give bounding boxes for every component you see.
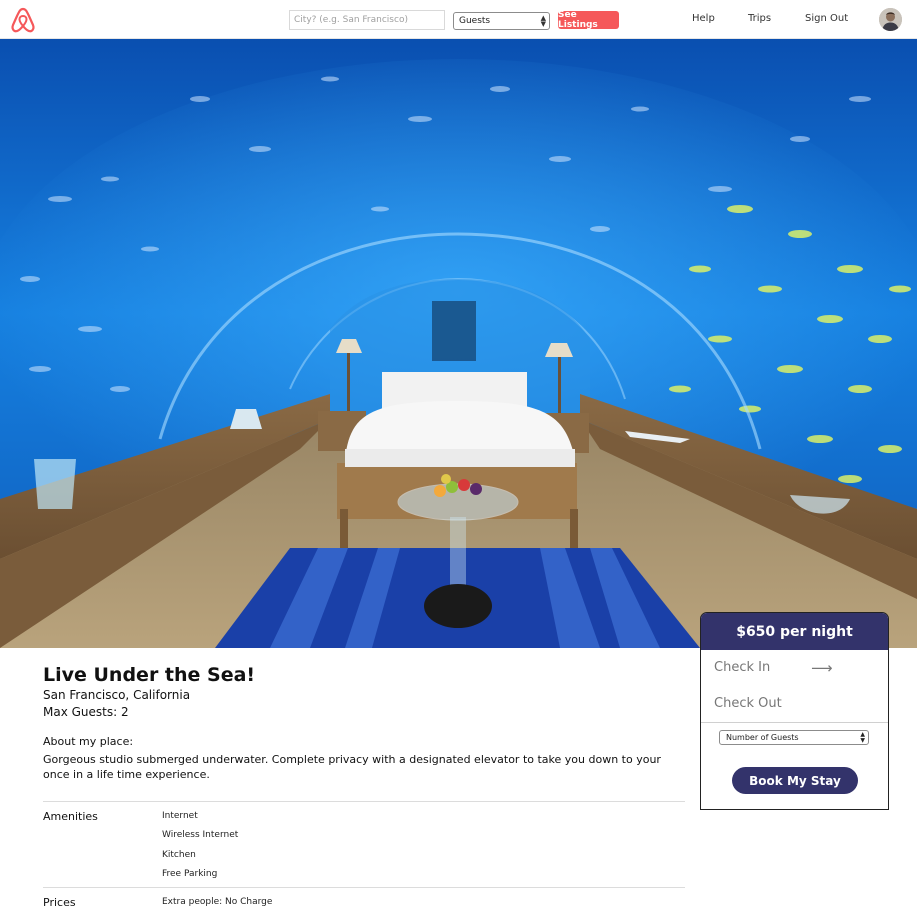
amenity-item: Internet — [162, 811, 198, 821]
section-divider — [43, 887, 685, 888]
guests-select[interactable]: Guests ▲ ▼ — [453, 12, 550, 30]
about-heading: About my place: — [43, 735, 134, 748]
select-caret-icon: ▲ ▼ — [540, 14, 546, 28]
listing-hero-photo — [0, 39, 917, 648]
nav-link-sign-out[interactable]: Sign Out — [805, 13, 848, 24]
card-divider — [701, 722, 888, 723]
listing-location: San Francisco, California — [43, 688, 191, 702]
see-listings-button[interactable]: See Listings — [558, 10, 619, 30]
select-caret-icon: ▲ ▼ — [860, 731, 865, 744]
amenity-item: Kitchen — [162, 850, 196, 860]
city-search-input[interactable] — [289, 10, 445, 30]
amenity-item: Wireless Internet — [162, 830, 239, 840]
booking-card: $650 per night Check In ⟶ Check Out Numb… — [700, 612, 889, 810]
airbnb-logo-icon[interactable] — [9, 6, 37, 34]
amenity-item: Free Parking — [162, 869, 218, 879]
nav-link-help[interactable]: Help — [692, 13, 715, 24]
number-of-guests-select[interactable]: Number of Guests ▲ ▼ — [719, 730, 869, 745]
section-divider — [43, 801, 685, 802]
nav-link-trips[interactable]: Trips — [748, 13, 771, 24]
user-avatar[interactable] — [879, 8, 902, 31]
top-nav: Guests ▲▼ See Listings Help Trips Sign O… — [0, 0, 917, 39]
book-my-stay-button[interactable]: Book My Stay — [732, 767, 858, 794]
amenities-label: Amenities — [43, 810, 98, 823]
arrow-right-icon: ⟶ — [811, 659, 833, 677]
about-description: Gorgeous studio submerged underwater. Co… — [43, 753, 661, 781]
check-out-date[interactable]: Check Out — [714, 696, 782, 711]
prices-label: Prices — [43, 896, 76, 909]
listing-max-guests: Max Guests: 2 — [43, 705, 129, 719]
check-in-date[interactable]: Check In — [714, 660, 770, 675]
price-item: Extra people: No Charge — [162, 897, 273, 907]
nightly-price: $650 per night — [701, 613, 888, 650]
listing-title: Live Under the Sea! — [43, 664, 256, 686]
number-of-guests-value: Number of Guests — [726, 733, 799, 742]
guests-select-value: Guests — [459, 16, 491, 26]
